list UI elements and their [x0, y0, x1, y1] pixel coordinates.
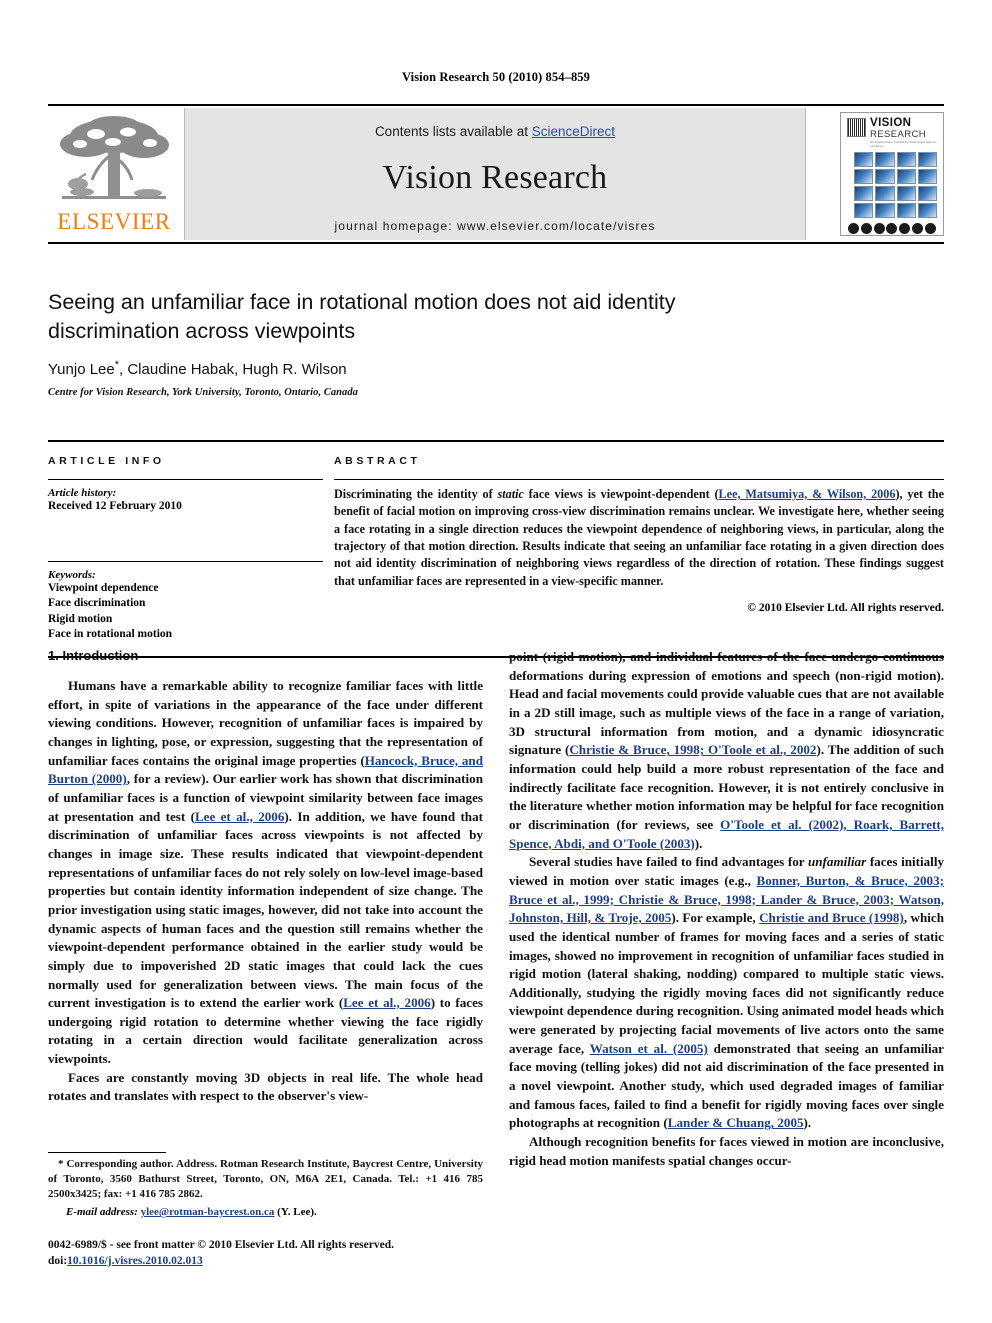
abstract-seg-2: face views is viewpoint-dependent ( — [523, 487, 719, 501]
running-head: Vision Research 50 (2010) 854–859 — [401, 70, 590, 84]
keyword-item: Rigid motion — [48, 612, 113, 625]
paragraph: Humans have a remarkable ability to reco… — [48, 677, 483, 1069]
imprint-block: 0042-6989/$ - see front matter © 2010 El… — [48, 1238, 508, 1269]
article-info-column: ARTICLE INFO Article history: Received 1… — [48, 455, 323, 643]
elsevier-logo: ELSEVIER — [48, 108, 180, 240]
issn-copyright-line: 0042-6989/$ - see front matter © 2010 El… — [48, 1239, 394, 1251]
cover-subtitle: An International Journal for Functional … — [870, 140, 937, 149]
abstract-seg-3: ), yet the benefit of facial motion on i… — [334, 487, 944, 588]
keyword-item: Viewpoint dependence — [48, 581, 159, 594]
title-block: Seeing an unfamiliar face in rotational … — [48, 288, 808, 398]
citation-link[interactable]: Christie and Bruce (1998) — [759, 910, 904, 925]
para-seg: ). In addition, we have found that discr… — [48, 808, 483, 1011]
abstract-heading: ABSTRACT — [334, 455, 421, 467]
right-column: point (rigid motion), and individual fea… — [509, 648, 944, 1170]
contents-prefix: Contents lists available at — [374, 124, 532, 139]
email-suffix: (Y. Lee). — [277, 1206, 317, 1219]
article-history-label: Article history: — [48, 487, 117, 499]
para-seg: Several studies have failed to find adva… — [529, 854, 808, 870]
email-address-label: E-mail address: — [66, 1206, 138, 1219]
citation-link[interactable]: Watson et al. (2005) — [590, 1041, 708, 1056]
author-others: , Claudine Habak, Hugh R. Wilson — [119, 361, 347, 379]
author-list: Yunjo Lee*, Claudine Habak, Hugh R. Wils… — [48, 359, 808, 378]
para-italic-unfamiliar: unfamiliar — [807, 854, 867, 870]
abstract-rule — [334, 479, 944, 480]
paragraph: Although recognition benefits for faces … — [509, 1134, 944, 1168]
cover-face-row — [847, 223, 937, 235]
body-columns: 1. Introduction Humans have a remarkable… — [48, 648, 944, 1170]
corresponding-author-footnote: * Corresponding author. Address. Rotman … — [48, 1152, 483, 1220]
para-seg: , which used the identical number of fra… — [509, 910, 944, 1056]
para-seg: ). For example, — [671, 910, 760, 926]
author-primary: Yunjo Lee — [48, 361, 115, 379]
email-link[interactable]: ylee@rotman-baycrest.on.ca — [141, 1206, 275, 1218]
cover-barcode-icon — [847, 118, 866, 137]
footnote-address: * Corresponding author. Address. Rotman … — [48, 1158, 483, 1201]
footnote-email-line: E-mail address: ylee@rotman-baycrest.on.… — [48, 1205, 483, 1220]
paragraph: Several studies have failed to find adva… — [509, 853, 944, 1133]
sciencedirect-link[interactable]: ScienceDirect — [532, 124, 615, 139]
keyword-item: Face discrimination — [48, 597, 146, 610]
article-info-abstract-band: ARTICLE INFO Article history: Received 1… — [48, 440, 944, 658]
citation-link[interactable]: Lee, Matsumiya, & Wilson, 2006 — [719, 487, 896, 501]
left-column: 1. Introduction Humans have a remarkable… — [48, 648, 483, 1170]
doi-link[interactable]: 10.1016/j.visres.2010.02.013 — [67, 1255, 203, 1267]
keywords-label: Keywords: — [48, 568, 96, 581]
citation-link[interactable]: Lee et al., 2006 — [195, 809, 284, 824]
citation-link[interactable]: Lander & Chuang, 2005 — [668, 1115, 804, 1130]
paragraph: Faces are constantly moving 3D objects i… — [48, 1069, 483, 1104]
paragraph: point (rigid motion), and individual fea… — [509, 648, 944, 853]
abstract-copyright: © 2010 Elsevier Ltd. All rights reserved… — [747, 602, 944, 615]
article-info-rule — [48, 479, 323, 480]
article-info-heading: ARTICLE INFO — [48, 455, 165, 467]
journal-title: Vision Research — [382, 159, 608, 196]
doi-label: doi: — [48, 1254, 68, 1267]
abstract-italic-static: static — [497, 487, 524, 501]
article-history-received: Received 12 February 2010 — [48, 500, 182, 512]
masthead-center-panel: Contents lists available at ScienceDirec… — [184, 108, 806, 240]
journal-homepage[interactable]: journal homepage: www.elsevier.com/locat… — [185, 219, 805, 233]
journal-masthead: ELSEVIER Contents lists available at Sci… — [48, 104, 944, 244]
footnote-rule — [48, 1152, 166, 1153]
para-seg: ). — [694, 835, 703, 851]
affiliation: Centre for Vision Research, York Univers… — [48, 387, 358, 399]
cover-title-research: RESEARCH — [870, 128, 926, 140]
journal-cover-thumbnail: VISION RESEARCH An International Journal… — [840, 112, 944, 236]
elsevier-tree-icon — [60, 116, 169, 199]
section-heading-introduction: 1. Introduction — [48, 648, 139, 663]
cover-title-vision: VISION — [870, 117, 912, 129]
elsevier-wordmark: ELSEVIER — [57, 209, 171, 234]
page-title: Seeing an unfamiliar face in rotational … — [48, 290, 676, 343]
abstract-text: Discriminating the identity of static fa… — [334, 486, 944, 590]
citation-link[interactable]: Lee et al., 2006 — [343, 995, 431, 1010]
keyword-item: Face in rotational motion — [48, 628, 173, 641]
keywords-rule — [48, 560, 323, 562]
paper-page: Vision Research 50 (2010) 854–859 ELSEVI… — [0, 0, 992, 1323]
doi-line: doi:10.1016/j.visres.2010.02.013 — [48, 1254, 508, 1270]
abstract-column: ABSTRACT Discriminating the identity of … — [323, 455, 944, 643]
abstract-seg-1: Discriminating the identity of — [334, 487, 498, 501]
cover-figure-grid — [847, 152, 937, 219]
contents-available-line: Contents lists available at ScienceDirec… — [185, 124, 805, 139]
para-seg: ). — [803, 1115, 812, 1131]
citation-link[interactable]: Christie & Bruce, 1998; O'Toole et al., … — [569, 742, 816, 757]
